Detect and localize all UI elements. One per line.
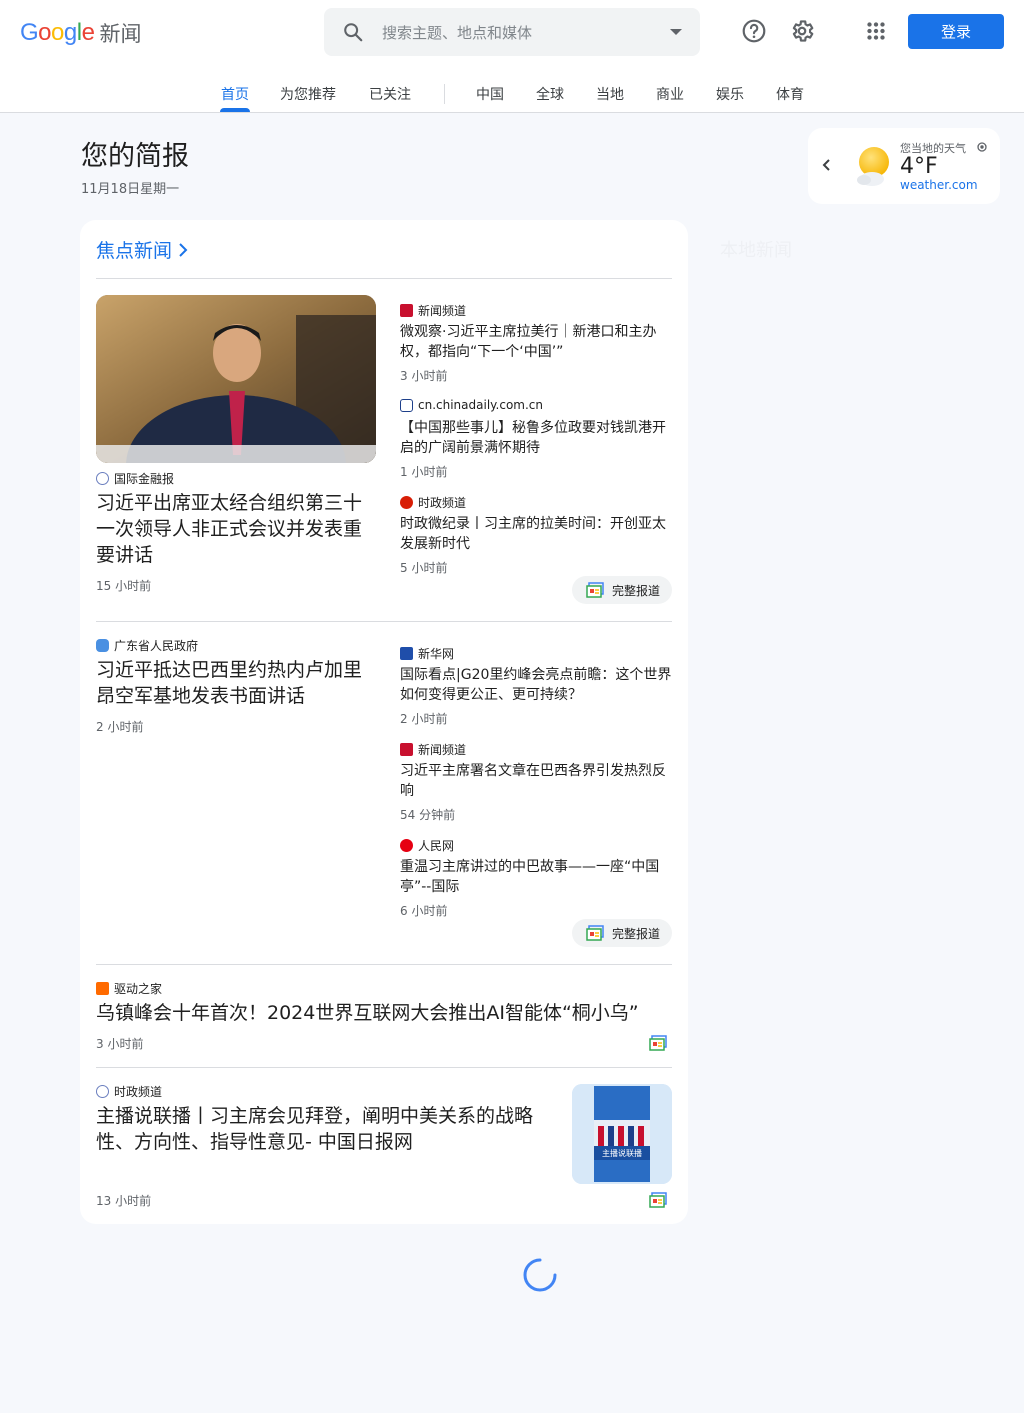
story-thumbnail[interactable] [96,295,376,463]
story-time: 3 小时前 [400,369,448,383]
story-time: 2 小时前 [400,712,448,726]
source-label: 时政频道 [400,494,466,511]
google-news-logo[interactable]: Google 新闻 [20,18,141,48]
full-coverage-icon [586,582,604,598]
tab-for-you[interactable]: 为您推荐 [280,84,336,104]
full-coverage-icon[interactable] [649,1192,667,1208]
news-wordmark: 新闻 [99,22,142,46]
related-headline[interactable]: 习近平主席署名文章在巴西各界引发热烈反响 [400,761,672,801]
divider [96,621,672,622]
tab-local[interactable]: 当地 [596,84,624,104]
story-time: 5 小时前 [400,561,448,575]
search-box[interactable]: 搜索主题、地点和媒体 [324,8,700,56]
full-coverage-button[interactable]: 完整报道 [572,919,672,947]
tab-entertainment[interactable]: 娱乐 [716,84,744,104]
story-time: 6 小时前 [400,904,448,918]
source-label: 时政频道 [96,1083,162,1100]
source-label: 驱动之家 [96,980,162,997]
source-logo-icon [400,496,413,509]
story-headline[interactable]: 乌镇峰会十年首次！2024世界互联网大会推出AI智能体“桐小乌” [96,1000,672,1026]
source-logo-icon [400,304,413,317]
related-headline[interactable]: 时政微纪录丨习主席的拉美时间：开创亚太发展新时代 [400,514,672,554]
search-icon[interactable] [342,21,364,43]
tab-world[interactable]: 全球 [536,84,564,104]
source-label: 新闻频道 [400,741,466,758]
related-headline[interactable]: 微观察·习近平主席拉美行｜新港口和主办权，都指向“下一个‘中国’” [400,322,672,362]
top-stories-heading[interactable]: 焦点新闻 [96,236,188,263]
briefing-date: 11月18日星期一 [81,182,180,197]
tab-china[interactable]: 中国 [476,84,504,104]
active-tab-indicator [220,108,250,112]
divider [96,964,672,965]
source-logo-icon [400,743,413,756]
full-coverage-button[interactable]: 完整报道 [572,576,672,604]
settings-gear-icon[interactable] [789,18,815,44]
story-time: 13 小时前 [96,1194,152,1208]
sun-cloud-icon [857,147,889,186]
story-time: 3 小时前 [96,1037,144,1051]
source-logo-icon [400,647,413,660]
source-globe-icon [96,472,109,485]
divider [96,278,672,279]
help-icon[interactable] [741,18,767,44]
story-headline[interactable]: 习近平抵达巴西里约热内卢加里昂空军基地发表书面讲话 [96,657,380,709]
story-time: 2 小时前 [96,720,144,734]
google-wordmark: Google [20,19,95,46]
weather-temperature: 4°F [900,154,938,179]
search-placeholder: 搜索主题、地点和媒体 [382,24,533,42]
tab-sports[interactable]: 体育 [776,84,804,104]
local-news-heading: 本地新闻 [720,240,792,261]
source-logo-icon [400,839,413,852]
source-label: 新闻频道 [400,302,466,319]
source-logo-icon [96,982,109,995]
story-time: 1 小时前 [400,465,448,479]
weather-widget[interactable]: 您当地的天气 4°F weather.com [808,128,1000,204]
tab-home[interactable]: 首页 [221,84,249,104]
apps-grid-icon[interactable] [863,18,889,44]
login-button[interactable]: 登录 [908,14,1004,49]
full-coverage-icon[interactable] [649,1035,667,1051]
source-logo-icon [96,639,109,652]
related-headline[interactable]: 重温习主席讲过的中巴故事——一座“中国亭”--国际 [400,857,672,897]
loading-spinner-icon [523,1258,557,1292]
story-thumbnail[interactable]: 主播说联播 [572,1084,672,1184]
related-headline[interactable]: 国际看点|G20里约峰会亮点前瞻：这个世界如何变得更公正、更可持续？ [400,665,672,705]
source-label: 新华网 [400,645,454,662]
weather-source-link[interactable]: weather.com [900,178,978,192]
location-icon [977,142,987,152]
chevron-left-icon[interactable] [822,158,831,172]
page-title: 您的简报 [81,141,189,172]
source-label: 国际金融报 [96,470,174,487]
thumbnail-caption: 主播说联播 [602,1149,642,1158]
source-logo-icon [400,398,413,412]
source-label: 人民网 [400,837,454,854]
divider [96,1067,672,1068]
tab-divider [444,84,445,104]
tab-following[interactable]: 已关注 [369,84,411,104]
news-photo-image [572,1084,672,1184]
story-time: 54 分钟前 [400,808,456,822]
chevron-right-icon [179,242,188,257]
news-photo-image [96,295,376,463]
source-label: 广东省人民政府 [96,637,198,654]
source-globe-icon [96,1085,109,1098]
source-label: cn.chinadaily.com.cn [400,398,543,412]
full-coverage-icon [586,925,604,941]
story-headline[interactable]: 主播说联播丨习主席会见拜登，阐明中美关系的战略性、方向性、指导性意见- 中国日报… [96,1103,562,1155]
top-header: Google 新闻 搜索主题、地点和媒体 登录 首页 为您推荐 已关注 中国 全… [0,0,1024,113]
related-headline[interactable]: 【中国那些事儿】秘鲁多位政要对钱凯港开启的广阔前景满怀期待 [400,418,672,458]
story-time: 15 小时前 [96,579,152,593]
tab-business[interactable]: 商业 [656,84,684,104]
story-headline[interactable]: 习近平出席亚太经合组织第三十一次领导人非正式会议并发表重要讲话 [96,490,380,568]
search-dropdown-icon[interactable] [670,29,682,35]
nav-tabs: 首页 为您推荐 已关注 中国 全球 当地 商业 娱乐 体育 [0,78,1024,113]
top-stories-title: 焦点新闻 [96,240,173,262]
top-stories-card: 焦点新闻 国际金融报 习近平出席亚太经合组织第三十一次领导人非正式会议并发表重要… [80,220,688,1224]
